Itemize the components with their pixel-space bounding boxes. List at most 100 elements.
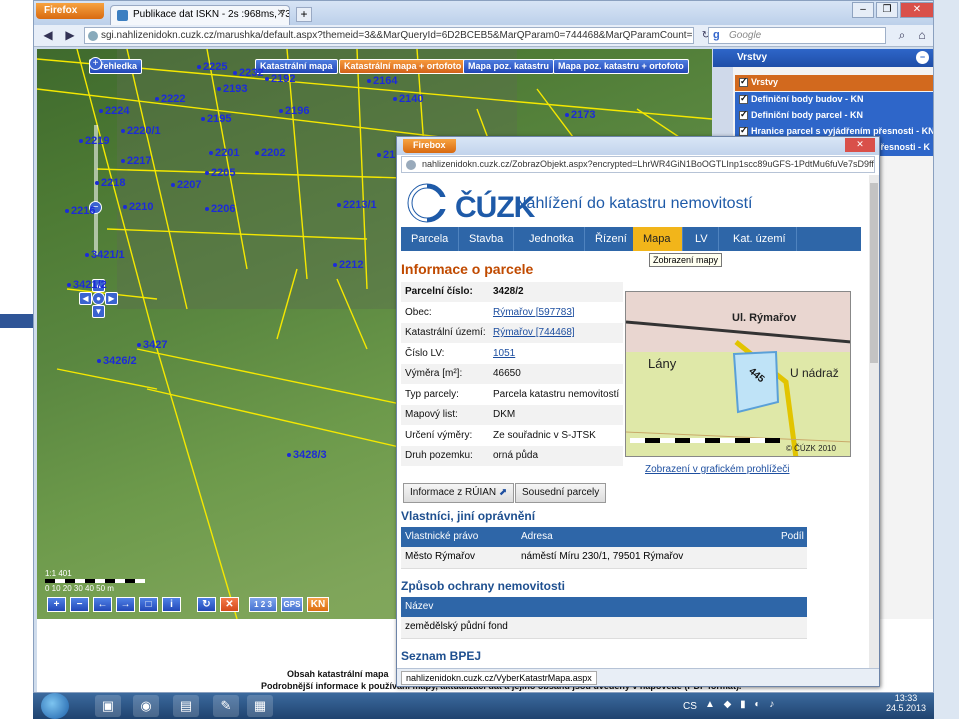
- browser-tab[interactable]: Publikace dat ISKN - 2s :968ms, 731 prvk…: [110, 5, 290, 25]
- layer-item[interactable]: Vrstvy: [735, 75, 933, 91]
- language-indicator[interactable]: CS: [683, 701, 697, 712]
- table-row: zemědělský půdní fond: [401, 617, 807, 639]
- zoom-in-icon[interactable]: +: [89, 57, 102, 70]
- search-icon[interactable]: ⌕: [892, 27, 912, 44]
- neighbor-parcels-button[interactable]: Sousední parcely: [515, 483, 607, 503]
- home-icon[interactable]: ⌂: [912, 27, 932, 44]
- minimize-button[interactable]: –: [852, 2, 874, 18]
- layer-checkbox[interactable]: [739, 109, 748, 120]
- popup-content: ČÚZK Nahlížení do katastru nemovitostí P…: [399, 175, 869, 668]
- slide-right-edge: [934, 0, 959, 719]
- info-link[interactable]: Rýmařov [744468]: [493, 327, 575, 338]
- parcel-label: 2222: [155, 93, 185, 105]
- layer-item[interactable]: Definiční body parcel - KN: [735, 108, 933, 124]
- site-title: Nahlížení do katastru nemovitostí: [515, 195, 753, 212]
- collapse-icon[interactable]: −: [916, 51, 929, 64]
- menu-item[interactable]: Kat. území: [723, 227, 797, 251]
- previous-view-button[interactable]: ←: [93, 597, 112, 612]
- graphic-viewer-link[interactable]: Zobrazení v grafickém prohlížeči: [645, 464, 790, 475]
- menu-item[interactable]: Jednotka: [519, 227, 585, 251]
- popup-url-bar[interactable]: nahlizenidokn.cuzk.cz/ZobrazObjekt.aspx?…: [401, 156, 875, 173]
- owners-heading: Vlastníci, jiní oprávnění: [401, 509, 536, 523]
- parcel-mini-map[interactable]: Ul. Rýmařov Lány U nádraž 445 © ČÚZK 201…: [625, 291, 851, 457]
- menu-item-active[interactable]: Mapa: [633, 227, 683, 251]
- firefox-icon[interactable]: ◉: [133, 695, 159, 717]
- maximize-button[interactable]: ❐: [876, 2, 898, 18]
- parcel-label: 2195: [201, 113, 231, 125]
- pen-icon[interactable]: ✎: [213, 695, 239, 717]
- tray-icons[interactable]: ▲ ◆ ▮ ◐ ♪: [705, 699, 777, 710]
- zoom-out-button[interactable]: −: [70, 597, 89, 612]
- info-value: orná půda: [493, 450, 539, 461]
- parcel-label: 2192: [265, 73, 295, 85]
- map-view-button[interactable]: Mapa poz. katastru + ortofoto: [553, 59, 689, 74]
- parcel-label: 2210: [123, 201, 153, 213]
- popup-url-text: nahlizenidokn.cuzk.cz/ZobrazObjekt.aspx?…: [422, 159, 875, 169]
- clock-time: 13:33: [894, 693, 918, 703]
- url-bar[interactable]: sgi.nahlizenidokn.cuzk.cz/marushka/defau…: [84, 27, 694, 44]
- forward-icon[interactable]: ▶: [60, 27, 80, 44]
- url-text: sgi.nahlizenidokn.cuzk.cz/marushka/defau…: [101, 30, 693, 41]
- layer-checkbox[interactable]: [739, 125, 748, 136]
- menu-item[interactable]: Stavba: [459, 227, 515, 251]
- map-view-button[interactable]: Katastrální mapa: [255, 59, 338, 74]
- next-view-button[interactable]: →: [116, 597, 135, 612]
- start-button[interactable]: [41, 693, 69, 719]
- map-view-button[interactable]: Mapa poz. katastru: [463, 59, 555, 74]
- close-tab-icon[interactable]: ✕: [277, 8, 285, 19]
- search-input[interactable]: g Google: [708, 27, 886, 44]
- pan-center-icon[interactable]: ●: [92, 292, 105, 305]
- pan-right-icon[interactable]: ▶: [105, 292, 118, 305]
- parcel-label: 2196: [279, 105, 309, 117]
- clock[interactable]: 13:33 24.5.2013: [886, 693, 926, 713]
- zoom-in-button[interactable]: +: [47, 597, 66, 612]
- mini-map-label: U nádraž: [790, 366, 839, 380]
- save-icon[interactable]: ▤: [173, 695, 199, 717]
- map-view-button[interactable]: Katastrální mapa + ortofoto: [339, 59, 467, 74]
- info-row: Parcelní číslo: 3428/2: [401, 282, 623, 303]
- popup-firefox-button[interactable]: Firebox: [403, 139, 456, 153]
- menu-item[interactable]: Parcela: [401, 227, 460, 251]
- layer-checkbox[interactable]: [739, 93, 748, 104]
- layer-item[interactable]: Definiční body budov - KN: [735, 92, 933, 108]
- table-row: Město Rýmařov náměstí Míru 230/1, 79501 …: [401, 547, 807, 569]
- protection-heading: Způsob ochrany nemovitosti: [401, 579, 566, 593]
- gps-button[interactable]: GPS: [281, 597, 303, 612]
- back-icon[interactable]: ◀: [38, 27, 58, 44]
- info-button[interactable]: i: [162, 597, 181, 612]
- parcel-label: 2164: [367, 75, 397, 87]
- measure-button[interactable]: 1 2 3: [249, 597, 277, 612]
- parcel-label: 2207: [171, 179, 201, 191]
- pan-down-icon[interactable]: ▼: [92, 305, 105, 318]
- protection-name: zemědělský půdní fond: [405, 621, 508, 632]
- new-tab-button[interactable]: +: [296, 7, 312, 22]
- scale-bar: 1:1 401 0 10 20 30 40 50 m: [45, 569, 195, 595]
- ruian-info-button[interactable]: Informace z RÚIAN ⬈: [403, 483, 515, 503]
- popup-scrollbar[interactable]: [869, 175, 879, 668]
- clock-date: 24.5.2013: [886, 703, 927, 713]
- refresh-button[interactable]: ↻: [197, 597, 216, 612]
- external-link-icon: ⬈: [498, 487, 508, 498]
- powerpoint-icon[interactable]: ▦: [247, 695, 273, 717]
- parcel-label: 3428/3: [287, 449, 327, 461]
- clear-button[interactable]: ✕: [220, 597, 239, 612]
- parcel-label: 2212: [333, 259, 363, 271]
- layer-label: přesnosti - K: [875, 142, 931, 152]
- parcel-label: 2217: [121, 155, 151, 167]
- firefox-menu-button[interactable]: Firefox: [36, 3, 104, 19]
- full-extent-button[interactable]: □: [139, 597, 158, 612]
- info-link[interactable]: Rýmařov [597783]: [493, 307, 575, 318]
- popup-close-button[interactable]: ✕: [845, 138, 875, 152]
- pan-left-icon[interactable]: ◀: [79, 292, 92, 305]
- layer-checkbox[interactable]: [739, 76, 748, 87]
- menu-item[interactable]: LV: [685, 227, 719, 251]
- info-label: Druh pozemku:: [405, 450, 473, 461]
- info-link[interactable]: 1051: [493, 348, 515, 359]
- kn-button[interactable]: KN: [307, 597, 329, 612]
- parcel-label: 2232: [233, 67, 263, 79]
- explorer-icon[interactable]: ▣: [95, 695, 121, 717]
- close-window-button[interactable]: ✕: [900, 2, 933, 18]
- scrollbar-thumb[interactable]: [870, 183, 878, 363]
- menu-item[interactable]: Řízení: [585, 227, 638, 251]
- scale-label: 1:1 401: [45, 569, 72, 578]
